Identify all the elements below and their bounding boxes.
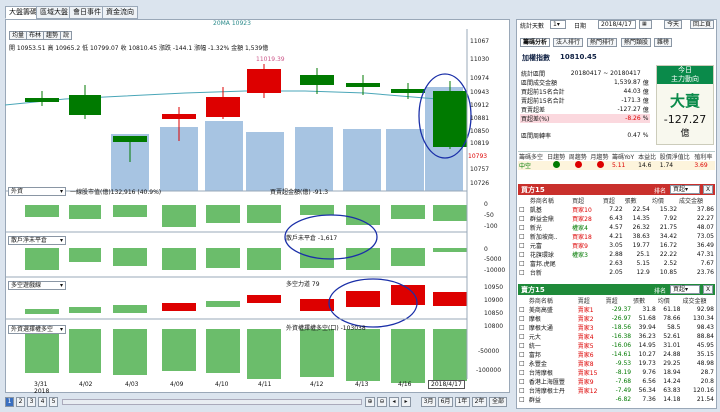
- subtab-chips[interactable]: 籌碼分析: [520, 38, 551, 47]
- table-row[interactable]: □ 美商高盛 賣家1 -29.37 31.8 61.18 92.98: [518, 305, 715, 314]
- days-select[interactable]: 1▾: [550, 20, 566, 29]
- stats-table: 統計區間 20180417 ~ 20180417 區間成交金額 1,539.87 億 …: [520, 70, 650, 141]
- table-row[interactable]: □ 摩根 賣家2 -26.97 51.68 78.66 130.34: [518, 314, 715, 323]
- buy15-table: 券商名稱 買超 買超 張數 均價 成交金額 □ 凱基 買家10 7.22 22.54 15.32 37…: [518, 198, 715, 277]
- week-trend-dot: [575, 161, 583, 168]
- sell15-close-icon[interactable]: X: [703, 285, 713, 294]
- buy15-close-icon[interactable]: X: [703, 185, 713, 194]
- table-row[interactable]: □ 永豐金 賣家8 -9.53 19.73 29.25 48.98: [518, 359, 715, 368]
- tab-region-market[interactable]: 區域大盤: [36, 6, 72, 19]
- range-2y[interactable]: 2年: [472, 397, 487, 407]
- subtab-hot-sector[interactable]: 熱門類股: [621, 38, 652, 47]
- zoom-out-icon[interactable]: ⊖: [377, 397, 387, 407]
- table-row[interactable]: □ 摩根大通 賣家3 -18.56 39.94 58.5 98.43: [518, 323, 715, 332]
- panel1-bars: [25, 205, 467, 227]
- panel4-legend: 外資權擇權多空(口) -103038: [286, 325, 366, 332]
- table-row[interactable]: □ 元大 賣家4 -16.38 36.23 52.61 88.84: [518, 332, 715, 341]
- scroll-right-icon[interactable]: ▸: [401, 397, 411, 407]
- panel3-bars: [25, 285, 467, 314]
- page-1[interactable]: 1: [5, 397, 14, 407]
- table-row[interactable]: □ 群益 -6.82 7.36 14.18 21.54: [518, 395, 715, 404]
- table-row[interactable]: □ 富邦 賣家6 -14.61 10.27 24.88 35.15: [518, 350, 715, 359]
- month-trend-dot: [596, 161, 604, 168]
- back-button[interactable]: 回上頁: [690, 20, 715, 29]
- today-button[interactable]: 今天: [664, 20, 683, 29]
- horizontal-scrollbar[interactable]: [62, 399, 362, 405]
- zoom-in-icon[interactable]: ⊕: [365, 397, 375, 407]
- panel1-select[interactable]: 外資 ▾: [8, 187, 66, 196]
- panel2-bars: [25, 248, 467, 270]
- subtab-misc[interactable]: 雜榜: [654, 38, 673, 47]
- range-3m[interactable]: 3月: [421, 397, 436, 407]
- table-row[interactable]: □ 台灣摩根 賣家15 -8.19 9.76 18.94 28.7: [518, 368, 715, 377]
- page-5[interactable]: 5: [49, 397, 58, 407]
- panel4-bars: [25, 329, 467, 383]
- tab-capital-flow[interactable]: 資金流向: [102, 6, 138, 19]
- table-row[interactable]: □ 台新 2.05 12.9 10.85 23.76: [518, 268, 715, 277]
- price-annotation: 11019.39: [256, 56, 285, 63]
- range-6m[interactable]: 6月: [438, 397, 453, 407]
- table-row[interactable]: □ 元富 買家9 3.05 19.77 16.72 36.49: [518, 241, 715, 250]
- table-row[interactable]: □ 新加坡商.. 買家18 4.21 38.63 34.42 73.05: [518, 232, 715, 241]
- sell15-select[interactable]: 買超▾: [670, 285, 700, 294]
- cursor-date: 2018/4/17: [428, 380, 465, 389]
- range-all[interactable]: 全部: [489, 397, 507, 407]
- panel4-select[interactable]: 外資選擇權多空 ▾: [8, 325, 66, 334]
- range-1y[interactable]: 1年: [455, 397, 470, 407]
- volume-bars: [111, 87, 463, 191]
- subtab-hot-rank[interactable]: 熱門排行: [587, 38, 618, 47]
- table-row[interactable]: □ 台灣摩根士丹 賣家12 -7.49 56.34 63.83 120.16: [518, 386, 715, 395]
- panel1-legend2: 買賣超金額(億) -91.3: [270, 189, 329, 196]
- buy15-select[interactable]: 買超▾: [670, 185, 700, 194]
- calendar-icon[interactable]: ▦: [639, 20, 652, 29]
- sell15-table: 券商名稱 賣超 賣超 張數 均價 成交金額 □ 美商高盛 賣家1 -29.37 31.8 61.18…: [518, 298, 715, 404]
- table-row[interactable]: □ 群益金鼎 買家28 6.43 14.35 7.92 22.27: [518, 214, 715, 223]
- table-row[interactable]: □ 凱基 買家10 7.22 22.54 15.32 37.86: [518, 205, 715, 214]
- day-trend-dot: [553, 161, 561, 168]
- date-input[interactable]: 2018/4/17: [598, 20, 636, 29]
- panel2-legend: 散戶未平倉 -1,617: [286, 235, 338, 242]
- table-row[interactable]: □ 統一 賣家5 -16.06 14.95 31.01 45.95: [518, 341, 715, 350]
- panel3-select[interactable]: 多空遊戲線 ▾: [8, 281, 66, 290]
- page-4[interactable]: 4: [38, 397, 47, 407]
- table-row[interactable]: □ 香港上海匯豐 賣家9 -7.68 6.56 14.24 20.8: [518, 377, 715, 386]
- chart-svg: [5, 29, 472, 383]
- panel1-legend: 一線股市值(億)132,916 (40.9%): [70, 189, 162, 196]
- table-row[interactable]: □ 富邦.虎尾 2.63 5.15 2.52 7.67: [518, 259, 715, 268]
- tab-daily-events[interactable]: 會日事件: [69, 6, 105, 19]
- subtab-inst-rank[interactable]: 法人排行: [553, 38, 584, 47]
- current-price-label: 10793: [468, 153, 488, 160]
- main-force-box: 今日 主力動向 大賣 -127.27 億: [656, 65, 714, 145]
- table-row[interactable]: □ 新光 權家4 4.57 26.32 21.75 48.07: [518, 223, 715, 232]
- scroll-left-icon[interactable]: ◂: [389, 397, 399, 407]
- panel2-select[interactable]: 散戶淨未平倉 ▾: [8, 236, 66, 245]
- indicator-table: 籌碼多空 日趨勢 周趨勢 月趨勢 籌碼YoY 本益比 股價淨值比 殖利率 中空 5.11 14.…: [518, 151, 715, 170]
- page-3[interactable]: 3: [27, 397, 36, 407]
- panel3-legend: 多空力道 79: [286, 281, 320, 288]
- table-row[interactable]: □ 花旗環球 權家3 2.88 25.1 22.22 47.31: [518, 250, 715, 259]
- page-2[interactable]: 2: [16, 397, 25, 407]
